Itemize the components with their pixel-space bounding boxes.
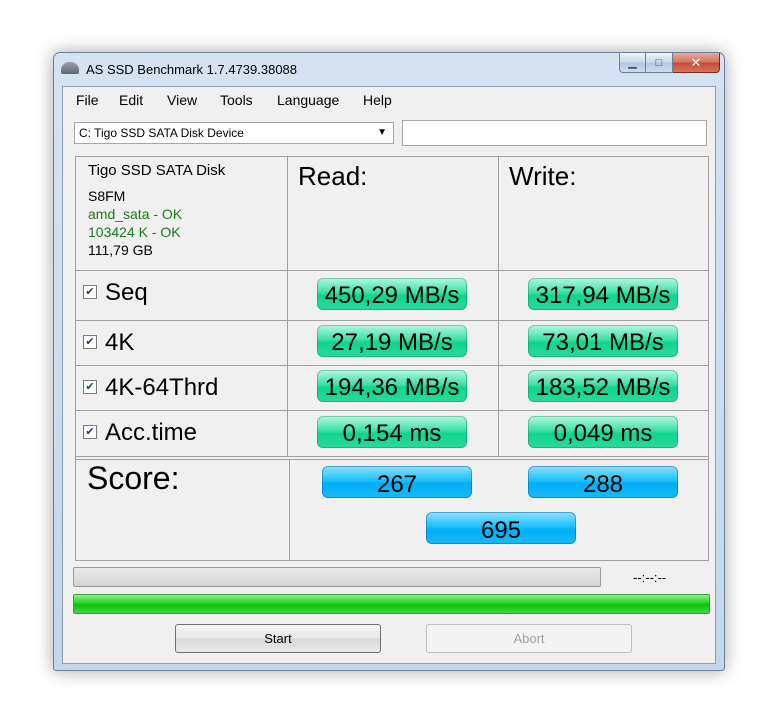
read-header-cell: Read: xyxy=(288,157,499,271)
score-total: 695 xyxy=(426,512,576,544)
menu-file[interactable]: File xyxy=(76,92,99,108)
total-progress-fill xyxy=(74,595,709,613)
test-row-seq: ✔ Seq xyxy=(76,271,288,321)
caption-buttons: ▁ □ ✕ xyxy=(619,53,720,73)
drive-firmware: S8FM xyxy=(88,188,126,204)
4k-checkbox[interactable]: ✔ xyxy=(83,335,97,349)
abort-button[interactable]: Abort xyxy=(426,624,632,653)
4k-64thrd-read-result: 194,36 MB/s xyxy=(317,370,467,402)
title-bar: AS SSD Benchmark 1.7.4739.38088 ▁ □ ✕ xyxy=(54,53,724,86)
4k-read-cell: 27,19 MB/s xyxy=(288,321,499,366)
minimize-button[interactable]: ▁ xyxy=(619,53,646,73)
window-title: AS SSD Benchmark 1.7.4739.38088 xyxy=(86,62,298,77)
drive-name: Tigo SSD SATA Disk xyxy=(88,162,226,179)
test-row-4k-64thrd: ✔ 4K-64Thrd xyxy=(76,366,288,411)
client-area: File Edit View Tools Language Help C: Ti… xyxy=(62,86,716,664)
maximize-button[interactable]: □ xyxy=(646,53,673,73)
minimize-icon: ▁ xyxy=(628,57,637,69)
test-row-4k: ✔ 4K xyxy=(76,321,288,366)
acc-time-read-result: 0,154 ms xyxy=(317,416,467,448)
close-icon: ✕ xyxy=(690,54,702,70)
acc-time-write-cell: 0,049 ms xyxy=(499,411,708,457)
start-button[interactable]: Start xyxy=(175,624,381,653)
read-header: Read: xyxy=(298,161,368,191)
acc-time-checkbox[interactable]: ✔ xyxy=(83,425,97,439)
score-label: Score: xyxy=(87,460,180,496)
4k-64thrd-read-cell: 194,36 MB/s xyxy=(288,366,499,411)
drive-info-panel: Tigo SSD SATA Disk S8FM amd_sata - OK 10… xyxy=(76,157,288,271)
driver-status: amd_sata - OK xyxy=(88,206,183,222)
results-grid: Tigo SSD SATA Disk S8FM amd_sata - OK 10… xyxy=(75,156,709,561)
4k-64thrd-label: 4K-64Thrd xyxy=(105,374,219,401)
seq-write-result: 317,94 MB/s xyxy=(528,278,678,310)
disk-icon xyxy=(61,62,79,74)
path-input[interactable] xyxy=(402,120,707,146)
score-write: 288 xyxy=(528,466,678,498)
score-label-cell: Score: xyxy=(76,460,290,560)
seq-write-cell: 317,94 MB/s xyxy=(499,271,708,321)
menu-edit[interactable]: Edit xyxy=(119,92,143,108)
drive-capacity: 111,79 GB xyxy=(88,242,153,258)
test-progress-bar xyxy=(73,567,601,587)
menu-tools[interactable]: Tools xyxy=(220,92,253,108)
test-row-acc-time: ✔ Acc.time xyxy=(76,411,288,457)
acc-time-write-result: 0,049 ms xyxy=(528,416,678,448)
write-header: Write: xyxy=(509,161,577,191)
4k-write-result: 73,01 MB/s xyxy=(528,325,678,357)
4k-64thrd-write-result: 183,52 MB/s xyxy=(528,370,678,402)
seq-read-result: 450,29 MB/s xyxy=(317,278,467,310)
write-header-cell: Write: xyxy=(499,157,708,271)
app-window: AS SSD Benchmark 1.7.4739.38088 ▁ □ ✕ Fi… xyxy=(53,52,725,671)
maximize-icon: □ xyxy=(655,56,663,69)
4k-64thrd-write-cell: 183,52 MB/s xyxy=(499,366,708,411)
acc-time-label: Acc.time xyxy=(105,419,198,446)
menu-language[interactable]: Language xyxy=(277,92,339,108)
menu-bar: File Edit View Tools Language Help xyxy=(63,87,715,111)
drive-select[interactable]: C: Tigo SSD SATA Disk Device ▼ xyxy=(74,122,394,144)
menu-view[interactable]: View xyxy=(167,92,197,108)
close-button[interactable]: ✕ xyxy=(673,53,720,73)
score-read: 267 xyxy=(322,466,472,498)
seq-read-cell: 450,29 MB/s xyxy=(288,271,499,321)
alignment-status: 103424 K - OK xyxy=(88,224,181,240)
seq-checkbox[interactable]: ✔ xyxy=(83,285,97,299)
4k-64thrd-checkbox[interactable]: ✔ xyxy=(83,380,97,394)
chevron-down-icon: ▼ xyxy=(377,127,387,138)
4k-read-result: 27,19 MB/s xyxy=(317,325,467,357)
4k-label: 4K xyxy=(105,329,135,356)
acc-time-read-cell: 0,154 ms xyxy=(288,411,499,457)
total-progress-bar xyxy=(73,594,710,614)
4k-write-cell: 73,01 MB/s xyxy=(499,321,708,366)
seq-label: Seq xyxy=(105,279,148,306)
menu-help[interactable]: Help xyxy=(363,92,392,108)
drive-select-value: C: Tigo SSD SATA Disk Device xyxy=(79,126,244,140)
time-elapsed: --:--:-- xyxy=(633,570,667,585)
